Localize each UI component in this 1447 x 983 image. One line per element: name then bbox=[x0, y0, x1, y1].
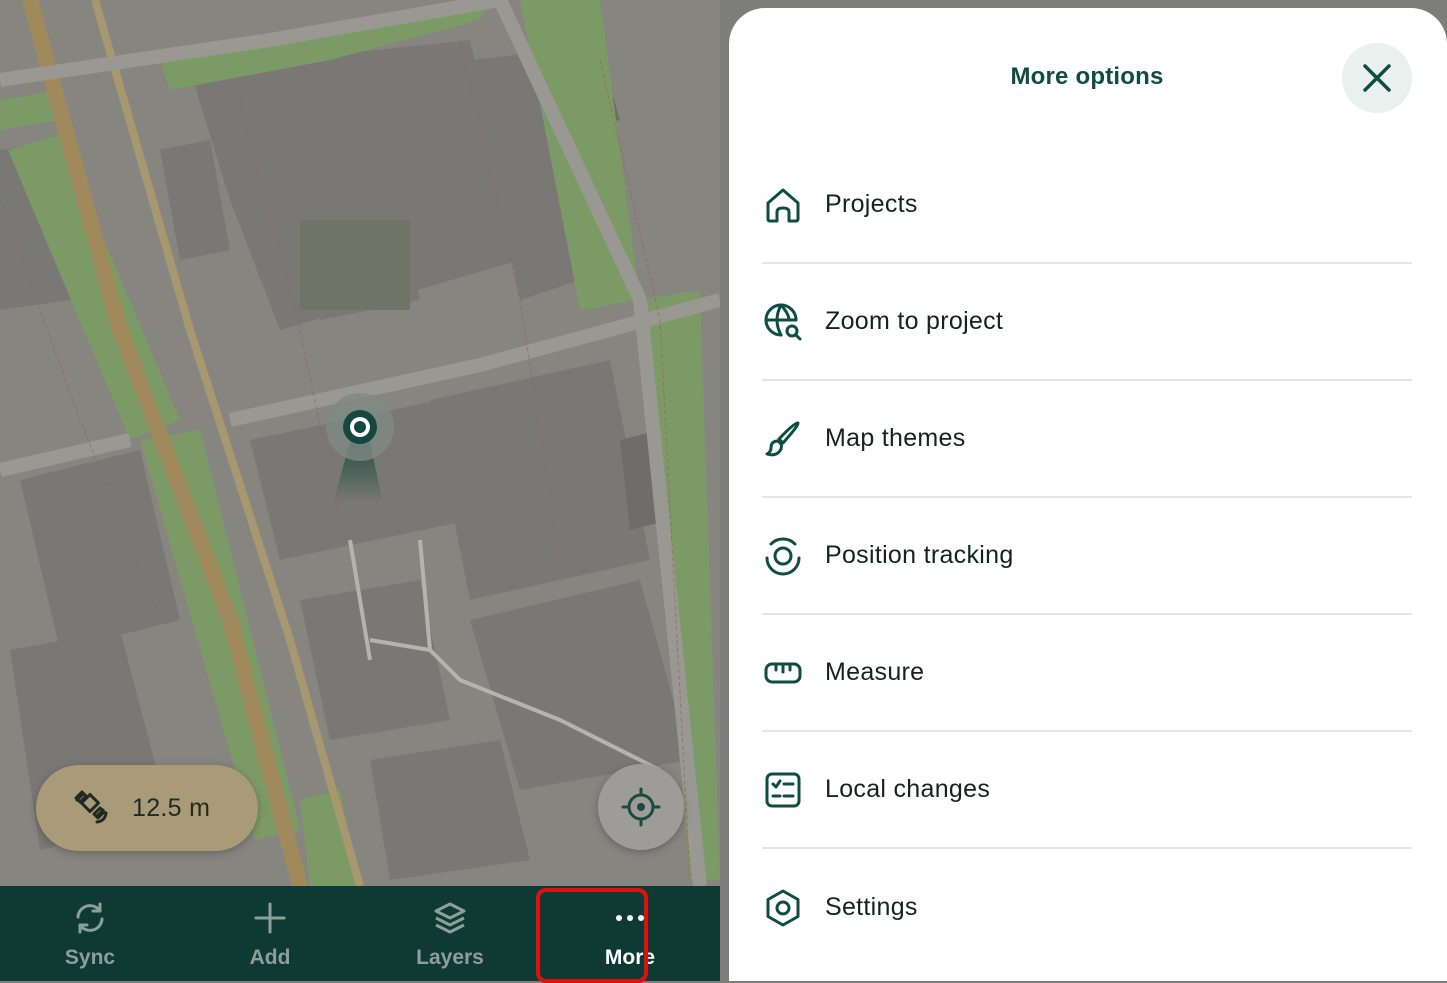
nav-layers-button[interactable]: Layers bbox=[360, 886, 540, 981]
gps-accuracy-value: 12.5 m bbox=[132, 793, 211, 822]
close-icon bbox=[1363, 64, 1391, 92]
menu-item-label: Zoom to project bbox=[825, 307, 1004, 335]
menu-item-label: Position tracking bbox=[825, 541, 1014, 569]
sync-icon bbox=[72, 900, 108, 936]
ruler-icon bbox=[762, 652, 804, 694]
settings-icon bbox=[762, 887, 804, 929]
nav-sync-button[interactable]: Sync bbox=[0, 886, 180, 981]
menu-item-label: Map themes bbox=[825, 424, 966, 452]
position-tracking-icon bbox=[762, 535, 804, 577]
crosshair-icon bbox=[621, 787, 661, 827]
menu-item-map-themes[interactable]: Map themes bbox=[762, 381, 1412, 498]
drawer-title: More options bbox=[1010, 63, 1164, 90]
menu-item-label: Projects bbox=[825, 190, 918, 218]
menu-item-label: Settings bbox=[825, 893, 918, 921]
close-button[interactable] bbox=[1342, 43, 1412, 113]
checklist-icon bbox=[762, 769, 804, 811]
home-icon bbox=[762, 184, 804, 226]
menu-item-local-changes[interactable]: Local changes bbox=[762, 732, 1412, 849]
nav-more-button[interactable]: More bbox=[536, 886, 720, 983]
menu-item-zoom-to-project[interactable]: Zoom to project bbox=[762, 264, 1412, 381]
plus-icon bbox=[252, 900, 288, 936]
nav-add-label: Add bbox=[249, 946, 291, 969]
bottom-navigation-bar: Sync Add Layers More bbox=[0, 886, 720, 983]
nav-sync-label: Sync bbox=[64, 946, 116, 969]
locate-me-button[interactable] bbox=[598, 764, 684, 850]
layers-icon bbox=[432, 900, 468, 936]
nav-layers-label: Layers bbox=[416, 946, 484, 969]
menu-item-measure[interactable]: Measure bbox=[762, 615, 1412, 732]
nav-add-button[interactable]: Add bbox=[180, 886, 360, 981]
menu-item-settings[interactable]: Settings bbox=[762, 849, 1412, 966]
globe-search-icon bbox=[762, 301, 804, 343]
menu-item-position-tracking[interactable]: Position tracking bbox=[762, 498, 1412, 615]
menu-item-label: Local changes bbox=[825, 775, 991, 803]
map-view[interactable]: 12.5 m bbox=[0, 0, 720, 886]
menu-item-projects[interactable]: Projects bbox=[762, 147, 1412, 264]
selection-highlight bbox=[536, 888, 648, 983]
options-menu: Projects Zoom to project Map themes Posi… bbox=[762, 147, 1412, 966]
panel-gap bbox=[720, 0, 729, 981]
more-options-drawer: More options Projects Zoom to project Ma… bbox=[729, 8, 1447, 981]
position-marker-icon bbox=[326, 393, 394, 503]
brush-icon bbox=[762, 418, 804, 460]
gps-accuracy-indicator[interactable]: 12.5 m bbox=[36, 765, 258, 851]
menu-item-label: Measure bbox=[825, 658, 925, 686]
satellite-icon bbox=[74, 790, 108, 824]
